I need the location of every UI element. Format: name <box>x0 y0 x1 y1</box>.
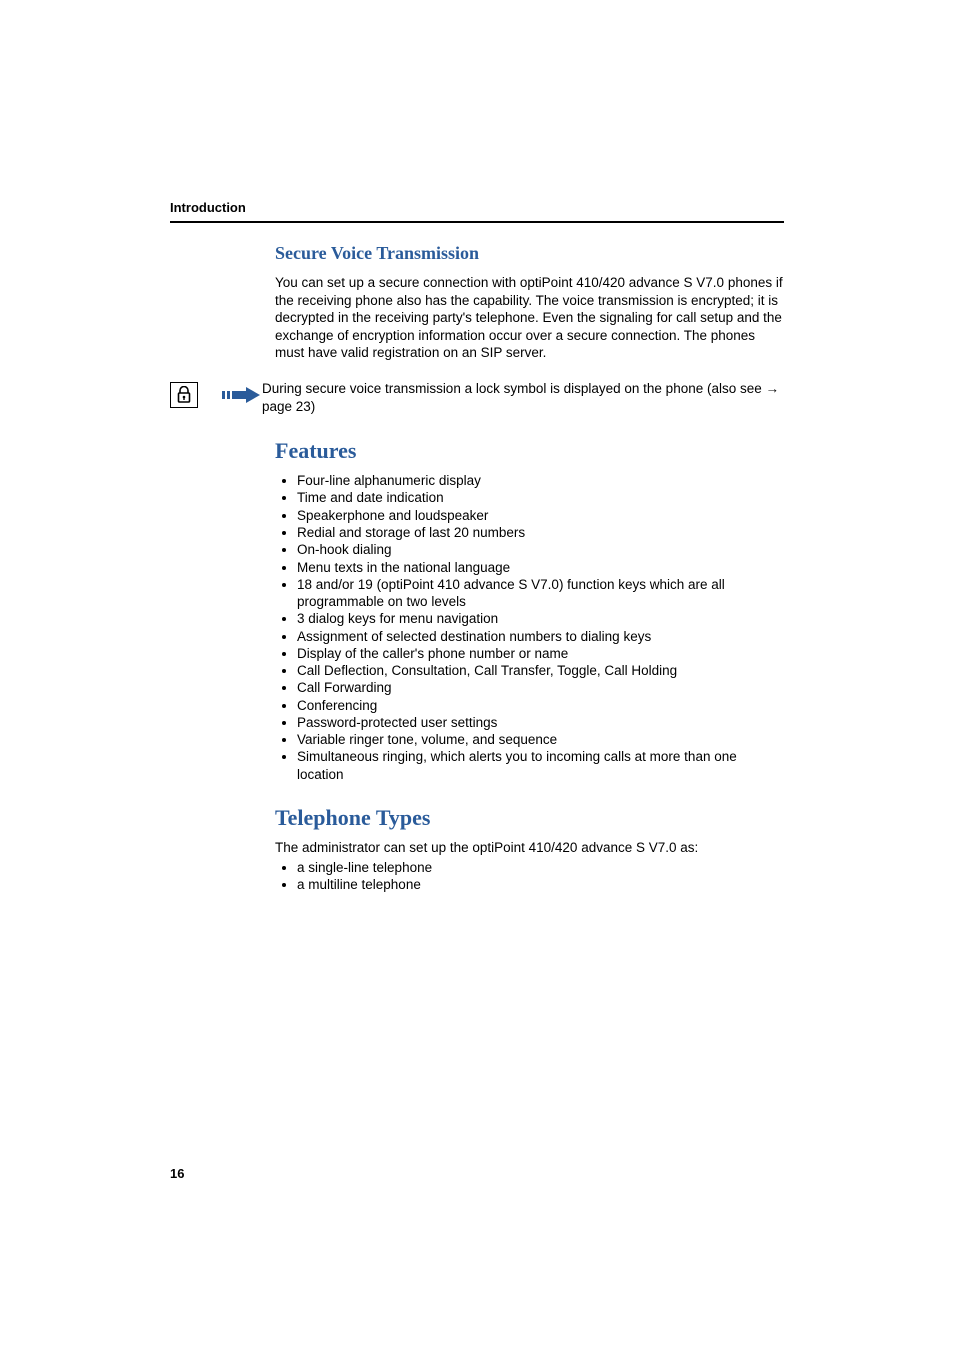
list-item: a multiline telephone <box>297 876 784 893</box>
list-item: Four-line alphanumeric display <box>297 472 784 489</box>
secure-voice-heading: Secure Voice Transmission <box>275 243 784 264</box>
note-text: During secure voice transmission a lock … <box>262 380 784 416</box>
list-item: Variable ringer tone, volume, and sequen… <box>297 731 784 748</box>
telephone-intro: The administrator can set up the optiPoi… <box>275 839 784 857</box>
arrow-right-icon: → <box>766 381 780 396</box>
header-rule <box>170 221 784 223</box>
note-text-a: During secure voice transmission a lock … <box>262 381 766 396</box>
features-list: Four-line alphanumeric display Time and … <box>275 472 784 783</box>
list-item: Display of the caller's phone number or … <box>297 645 784 662</box>
note-callout: During secure voice transmission a lock … <box>170 380 784 416</box>
list-item: Redial and storage of last 20 numbers <box>297 524 784 541</box>
list-item: Simultaneous ringing, which alerts you t… <box>297 748 784 783</box>
list-item: Assignment of selected destination numbe… <box>297 628 784 645</box>
note-text-b: page 23) <box>262 399 315 414</box>
list-item: Speakerphone and loudspeaker <box>297 507 784 524</box>
page-number: 16 <box>170 1166 184 1181</box>
list-item: Menu texts in the national language <box>297 559 784 576</box>
list-item: 3 dialog keys for menu navigation <box>297 610 784 627</box>
list-item: a single-line telephone <box>297 859 784 876</box>
list-item: Conferencing <box>297 697 784 714</box>
list-item: On-hook dialing <box>297 541 784 558</box>
lock-icon <box>170 382 198 408</box>
list-item: 18 and/or 19 (optiPoint 410 advance S V7… <box>297 576 784 611</box>
secure-voice-paragraph: You can set up a secure connection with … <box>275 274 784 362</box>
list-item: Password-protected user settings <box>297 714 784 731</box>
list-item: Time and date indication <box>297 489 784 506</box>
telephone-types-heading: Telephone Types <box>275 805 784 831</box>
running-header: Introduction <box>170 200 784 215</box>
features-heading: Features <box>275 438 784 464</box>
list-item: Call Deflection, Consultation, Call Tran… <box>297 662 784 679</box>
telephone-types-list: a single-line telephone a multiline tele… <box>275 859 784 894</box>
pointer-arrow-icon <box>222 384 262 409</box>
list-item: Call Forwarding <box>297 679 784 696</box>
